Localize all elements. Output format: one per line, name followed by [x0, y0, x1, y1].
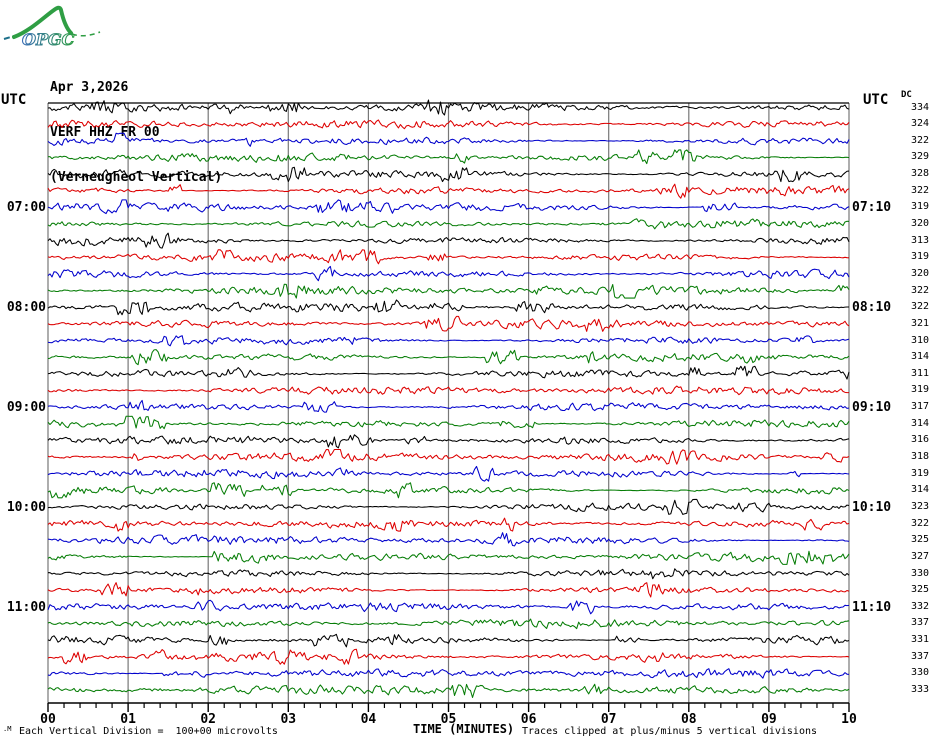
hour-label-right: 10:10 — [852, 499, 892, 515]
x-tick-label: 06 — [520, 712, 537, 727]
x-tick-label: 01 — [120, 712, 136, 727]
hour-label-right: 09:10 — [852, 400, 892, 416]
dc-value: 322 — [910, 284, 929, 296]
x-tick-label: 07 — [600, 712, 617, 727]
dc-value: 319 — [910, 384, 929, 396]
dc-value: 322 — [910, 301, 929, 313]
dc-value: 319 — [910, 467, 929, 479]
x-tick-label: 09 — [761, 712, 777, 727]
hour-label-right: 11:10 — [852, 599, 892, 615]
dc-value: 314 — [910, 484, 929, 496]
dc-value: 314 — [910, 417, 929, 429]
dc-value: 322 — [910, 184, 929, 196]
dc-value: 313 — [910, 234, 929, 246]
dc-value: 337 — [910, 617, 929, 629]
dc-value: 323 — [910, 500, 929, 512]
hour-label-left: 08:00 — [6, 300, 46, 316]
dc-value: 321 — [910, 317, 929, 329]
dc-value: 332 — [910, 600, 929, 612]
dc-value: 325 — [910, 584, 929, 596]
x-tick-label: 00 — [40, 712, 56, 727]
hour-label-left: 09:00 — [6, 400, 46, 416]
hour-label-left: 10:00 — [6, 499, 46, 515]
dc-value: 316 — [910, 434, 929, 446]
dc-value: 334 — [910, 101, 929, 113]
dc-value: 310 — [910, 334, 929, 346]
dc-value: 330 — [910, 667, 929, 679]
x-axis-title: TIME (MINUTES) — [413, 722, 515, 736]
helicorder-page: OPGC Apr 3,2026 VERF HHZ FR 00 (Verneugh… — [0, 0, 930, 744]
dc-value: 327 — [910, 550, 929, 562]
dc-value: 319 — [910, 201, 929, 213]
dc-value: 320 — [910, 267, 929, 279]
dc-value: 311 — [910, 367, 929, 379]
footer-mark: .M — [3, 725, 12, 733]
dc-value: 317 — [910, 401, 929, 413]
vertical-division-note: Each Vertical Division = 100+00 microvol… — [19, 726, 278, 737]
dc-value: 331 — [910, 634, 929, 646]
x-tick-label: 04 — [360, 712, 377, 727]
x-tick-label: 03 — [280, 712, 297, 727]
dc-value: 328 — [910, 168, 929, 180]
dc-value: 324 — [910, 118, 929, 130]
dc-value: 322 — [910, 134, 929, 146]
dc-value: 318 — [910, 451, 929, 462]
x-tick-label: 10 — [841, 712, 857, 727]
dc-value: 333 — [910, 684, 929, 695]
hour-label-left: 07:00 — [6, 200, 46, 216]
helicorder-plot — [47, 99, 850, 712]
dc-value: 325 — [910, 534, 929, 546]
dc-value: 337 — [910, 650, 929, 662]
hour-label-right: 08:10 — [852, 300, 892, 316]
x-tick-label: 02 — [200, 712, 217, 727]
x-tick-label: 08 — [680, 712, 697, 727]
clip-note: Traces clipped at plus/minus 5 vertical … — [522, 726, 818, 737]
dc-value: 320 — [910, 218, 929, 229]
dc-value: 319 — [910, 251, 929, 263]
dc-value: 329 — [910, 151, 929, 163]
hour-label-left: 11:00 — [6, 599, 46, 615]
dc-value: 330 — [910, 567, 929, 579]
dc-value: 322 — [910, 517, 929, 529]
dc-value: 314 — [910, 351, 929, 363]
hour-label-right: 07:10 — [852, 200, 892, 216]
